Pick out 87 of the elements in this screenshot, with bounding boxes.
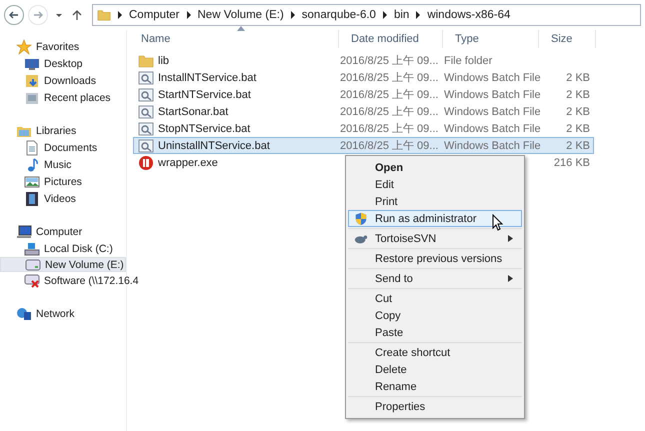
left-arrow-icon [8, 9, 20, 21]
menu-item[interactable]: Edit [348, 176, 522, 193]
file-row[interactable]: UninstallNTService.bat 2016/8/25 上午 09... Windows Batch File 2 KB [133, 137, 594, 154]
type-text: Windows Batch File [444, 72, 541, 84]
nav-item[interactable]: Pictures [0, 173, 126, 190]
column-header[interactable]: Size [539, 30, 596, 48]
breadcrumb-arrow-icon[interactable] [415, 11, 422, 19]
date-text: 2016/8/25 上午 09... [340, 106, 438, 118]
document-icon [24, 140, 40, 156]
nav-group-header[interactable]: Network [36, 308, 75, 320]
nav-item[interactable]: Desktop [0, 55, 126, 72]
size-text: 2 KB [566, 72, 590, 84]
size-text: 216 KB [554, 156, 590, 168]
menu-item[interactable]: Properties [348, 398, 522, 415]
size-text: 2 KB [566, 106, 590, 118]
up-arrow-icon [71, 9, 83, 21]
shield-icon [354, 212, 368, 226]
date-text: 2016/8/25 上午 09... [340, 123, 438, 135]
file-name: wrapper.exe [158, 156, 218, 168]
nav-item[interactable]: Documents [0, 139, 126, 156]
menu-item[interactable]: Print [348, 193, 522, 210]
breadcrumb-arrow-icon[interactable] [117, 11, 123, 19]
file-name: StopNTService.bat [158, 122, 250, 134]
column-header[interactable]: Date modified [339, 30, 443, 48]
star-icon [16, 38, 32, 54]
menu-item[interactable]: TortoiseSVN [348, 230, 522, 247]
breadcrumb[interactable]: bin [394, 9, 410, 21]
network-icon [16, 306, 32, 322]
file-name: StartSonar.bat [158, 106, 228, 118]
file-name: lib [158, 54, 170, 66]
column-header[interactable]: Type [443, 30, 539, 48]
nav-item[interactable]: Videos [0, 190, 126, 207]
size-text: 2 KB [566, 88, 590, 100]
menu-item[interactable]: Send to [348, 270, 522, 287]
film-icon [24, 190, 40, 206]
image-icon [24, 174, 40, 190]
menu-item[interactable]: Run as administrator [348, 210, 522, 227]
breadcrumb-arrow-icon[interactable] [382, 11, 388, 19]
submenu-arrow-icon [508, 235, 513, 242]
type-text: Windows Batch File [444, 122, 541, 134]
file-name: StartNTService.bat [158, 88, 251, 100]
menu-item[interactable]: Restore previous versions [348, 250, 522, 267]
computer-icon [16, 224, 32, 240]
nav-item[interactable]: New Volume (E:) [0, 257, 126, 272]
nav-group-header[interactable]: Libraries [36, 124, 76, 136]
network-drive-icon [24, 272, 40, 288]
disk-icon [24, 240, 40, 256]
type-text: Windows Batch File [444, 140, 541, 152]
menu-item[interactable]: Delete [348, 361, 522, 378]
menu-item[interactable]: Paste [348, 324, 522, 341]
date-text: 2016/8/25 上午 09... [340, 72, 438, 84]
type-text: File folder [444, 54, 492, 66]
date-text: 2016/8/25 上午 09... [340, 89, 438, 101]
nav-item[interactable]: Local Disk (C:) [0, 240, 126, 257]
breadcrumb[interactable]: sonarqube-6.0 [302, 9, 376, 21]
mouse-cursor-icon [492, 214, 503, 231]
address-bar[interactable]: Computer New Volume (E:) sonarqube-6.0 bin windows-x86-64 [92, 4, 641, 26]
column-header[interactable]: Name [129, 30, 339, 48]
type-text: Windows Batch File [444, 106, 541, 118]
file-name: UninstallNTService.bat [158, 140, 270, 152]
size-text: 2 KB [566, 122, 590, 134]
back-button[interactable] [4, 5, 24, 25]
size-text: 2 KB [566, 140, 590, 152]
type-text: Windows Batch File [444, 88, 541, 100]
nav-item[interactable]: Music [0, 156, 126, 173]
nav-item[interactable]: Software (\\172.16.4 [0, 272, 139, 289]
nav-group-header[interactable]: Computer [36, 226, 82, 238]
app-icon [138, 154, 154, 170]
breadcrumb[interactable]: windows-x86-64 [427, 9, 510, 21]
sort-arrow-icon [237, 26, 245, 31]
nav-item[interactable]: Recent places [0, 89, 126, 106]
file-name: InstallNTService.bat [158, 72, 256, 84]
nav-item[interactable]: Downloads [0, 72, 126, 89]
date-text: 2016/8/25 上午 09... [340, 140, 438, 152]
breadcrumb-arrow-icon[interactable] [186, 11, 192, 19]
submenu-arrow-icon [508, 275, 513, 282]
menu-item[interactable]: Rename [348, 378, 522, 395]
breadcrumb[interactable]: Computer [129, 9, 180, 21]
nav-group-header[interactable]: Favorites [36, 40, 80, 52]
menu-item[interactable]: Copy [348, 307, 522, 324]
right-arrow-icon [32, 9, 44, 21]
menu-item[interactable]: Open [348, 159, 522, 176]
date-text: 2016/8/25 上午 09... [340, 55, 438, 67]
menu-item[interactable]: Cut [348, 290, 522, 307]
breadcrumb[interactable]: New Volume (E:) [198, 9, 284, 21]
menu-item[interactable]: Create shortcut [348, 344, 522, 361]
breadcrumb-arrow-icon[interactable] [290, 11, 296, 19]
